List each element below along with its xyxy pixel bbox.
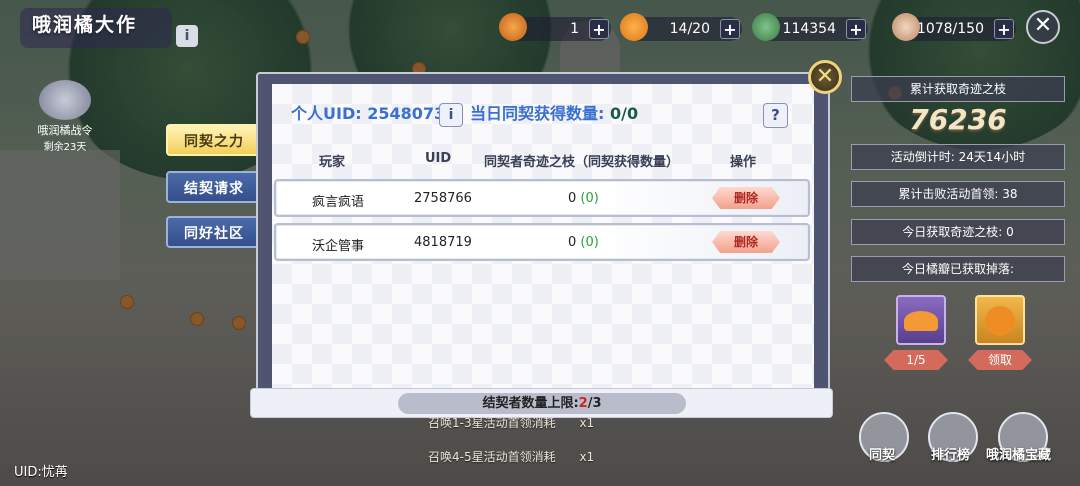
- player-uid: 2758766: [414, 191, 472, 206]
- leaf-icon: [752, 13, 780, 41]
- summon-cost-value: x1: [579, 416, 595, 430]
- branch-gain-value: (0): [580, 191, 599, 206]
- limit-max: /3: [587, 396, 602, 411]
- player-name: 疯言疯语: [312, 195, 365, 210]
- today-branch: 今日获取奇迹之枝: 0: [851, 219, 1065, 245]
- orange-icon: [985, 306, 1015, 336]
- tab-jieqi-request[interactable]: 结契请求: [166, 171, 262, 203]
- resource-value: 1: [570, 21, 579, 37]
- player-uid: 4818719: [414, 235, 472, 250]
- branch-count-value: 0: [568, 235, 577, 250]
- leaderboard-button-label[interactable]: 排行榜: [931, 444, 970, 463]
- tab-community[interactable]: 同好社区: [166, 216, 262, 248]
- orange-reward-item-icon[interactable]: [975, 295, 1025, 345]
- resource-value: 114354: [782, 21, 836, 37]
- player-name: 沃企管事: [312, 239, 365, 254]
- event-title: 哦润橘大作: [20, 8, 172, 48]
- daily-count-label: 当日同契获得数量:: [470, 104, 605, 123]
- battle-pass-remaining: 剩余23天: [43, 142, 87, 153]
- summon-cost-value: x1: [579, 450, 595, 464]
- bosses-defeated: 累计击败活动首领: 38: [851, 181, 1065, 207]
- resource-orange: 14/20 +: [620, 13, 742, 41]
- info-button[interactable]: i: [439, 103, 463, 127]
- summon-cost-label: 召唤4-5星活动首领消耗: [428, 450, 556, 464]
- claim-button[interactable]: 领取: [968, 350, 1032, 370]
- add-orange-button[interactable]: +: [720, 19, 740, 39]
- branch-count: 0 (0): [568, 191, 599, 206]
- summon-cost-label: 召唤1-3星活动首领消耗: [428, 416, 556, 430]
- battle-pass-title: 哦润橘战令: [37, 124, 93, 137]
- coin-icon: [499, 13, 527, 41]
- treasure-button-label[interactable]: 哦润橘宝藏: [986, 444, 1051, 463]
- resource-value: 1078/150: [916, 21, 984, 37]
- resource-value: 14/20: [669, 21, 710, 37]
- table-row: 沃企管事 4818719 0 (0) 删除: [274, 223, 810, 261]
- limit-current: 2: [578, 396, 588, 411]
- branch-gain-value: (0): [580, 235, 599, 250]
- delete-button[interactable]: 删除: [712, 187, 780, 209]
- partner-limit: 结契者数量上限:2/3: [398, 393, 686, 414]
- column-header-player: 玩家: [319, 155, 346, 170]
- branch-count: 0 (0): [568, 235, 599, 250]
- personal-uid: 个人UID: 2548073: [291, 104, 446, 123]
- add-coin-button[interactable]: +: [589, 19, 609, 39]
- daily-count-value: 0/0: [609, 104, 639, 123]
- total-branch-title: 累计获取奇迹之枝: [851, 76, 1065, 102]
- summon-cost-2: 召唤4-5星活动首领消耗 x1: [428, 448, 594, 465]
- add-leaf-button[interactable]: +: [846, 19, 866, 39]
- player-uid-footer: UID:忧苒: [14, 465, 68, 480]
- today-drops: 今日橘瓣已获取掉落:: [851, 256, 1065, 282]
- resource-leaf: 114354 +: [752, 13, 868, 41]
- delete-button[interactable]: 删除: [712, 231, 780, 253]
- column-header-action: 操作: [730, 155, 757, 170]
- table-row: 疯言疯语 2758766 0 (0) 删除: [274, 179, 810, 217]
- summon-cost-1: 召唤1-3星活动首领消耗 x1: [428, 414, 594, 431]
- total-branch-value: 76236: [909, 103, 1007, 136]
- drumstick-icon: [892, 13, 920, 41]
- orange-icon: [620, 13, 648, 41]
- item-progress: 1/5: [884, 350, 948, 370]
- limit-prefix: 结契者数量上限:: [482, 396, 579, 411]
- orange-slice-item-icon[interactable]: [896, 295, 946, 345]
- battle-pass-button[interactable]: 哦润橘战令 剩余23天: [25, 80, 105, 153]
- modal-close-icon[interactable]: ✕: [808, 60, 842, 94]
- daily-count: 当日同契获得数量: 0/0: [470, 100, 638, 124]
- column-header-branch: 同契者奇迹之枝（同契获得数量）: [484, 155, 680, 170]
- battle-pass-emblem-icon: [39, 80, 91, 120]
- column-header-uid: UID: [425, 151, 452, 166]
- tab-tongqi[interactable]: 同契之力: [166, 124, 262, 156]
- top-bar: 哦润橘大作 i 1 + 14/20 + 114354 + 1078/150 + …: [0, 0, 1080, 60]
- orange-slice-icon: [904, 311, 938, 331]
- help-button[interactable]: ?: [763, 103, 788, 128]
- add-stamina-button[interactable]: +: [994, 19, 1014, 39]
- event-countdown: 活动倒计时: 24天14小时: [851, 144, 1065, 170]
- event-info-button[interactable]: i: [176, 25, 198, 47]
- resource-coin: 1 +: [499, 13, 611, 41]
- branch-count-value: 0: [568, 191, 577, 206]
- close-icon[interactable]: ✕: [1026, 10, 1060, 44]
- tongqi-button-label[interactable]: 同契: [869, 444, 895, 463]
- resource-stamina: 1078/150 +: [892, 13, 1016, 41]
